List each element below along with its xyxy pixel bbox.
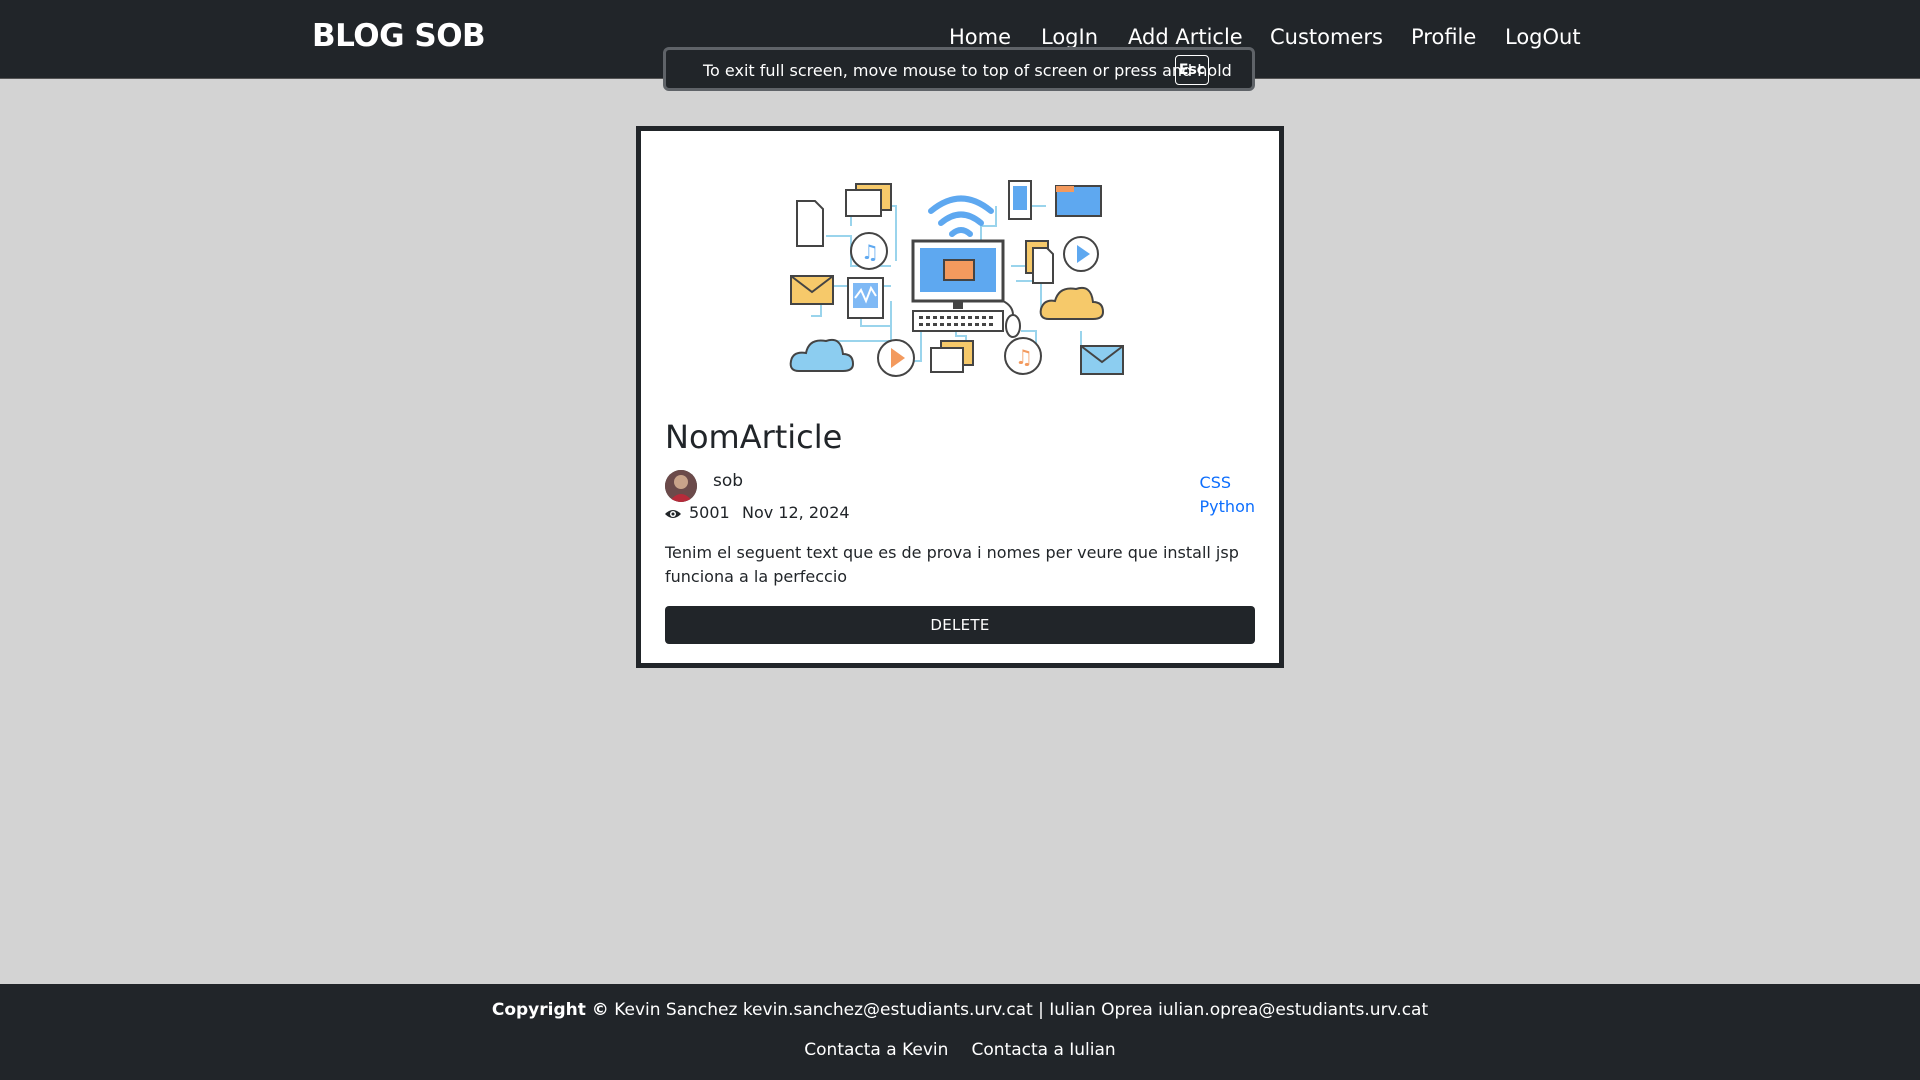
article-title: NomArticle — [665, 418, 843, 456]
copyright-line: Copyright © Kevin Sanchez kevin.sanchez@… — [0, 1000, 1920, 1020]
view-count: 5001 — [689, 503, 730, 522]
eye-icon — [665, 510, 681, 518]
nav-logout[interactable]: LogOut — [1505, 25, 1581, 49]
nav-home[interactable]: Home — [949, 25, 1011, 49]
nav-customers[interactable]: Customers — [1270, 25, 1383, 49]
contact-kevin-link[interactable]: Contacta a Kevin — [804, 1040, 948, 1060]
article-card: ♫ ♫ NomArticle sob 5001 Nov 12, 2024 CSS… — [636, 126, 1284, 668]
article-tags: CSS Python — [1200, 471, 1255, 519]
fullscreen-exit-toast: To exit full screen, move mouse to top o… — [663, 47, 1255, 91]
article-description: Tenim el seguent text que es de prova i … — [665, 543, 1239, 586]
nav-add-article[interactable]: Add Article — [1128, 25, 1243, 49]
article-illustration: ♫ ♫ — [789, 180, 1124, 377]
copyright-label: Copyright © — [491, 1000, 609, 1020]
svg-text:♫: ♫ — [1015, 345, 1033, 369]
svg-text:♫: ♫ — [861, 240, 879, 264]
esc-key-badge: Esc — [1175, 55, 1209, 85]
author-avatar — [665, 470, 697, 502]
page-footer: Copyright © Kevin Sanchez kevin.sanchez@… — [0, 984, 1920, 1080]
footer-links: Contacta a Kevin Contacta a Iulian — [0, 1040, 1920, 1060]
contact-iulian-link[interactable]: Contacta a Iulian — [971, 1040, 1115, 1060]
fullscreen-message: To exit full screen, move mouse to top o… — [703, 61, 1232, 80]
author-name: sob — [713, 471, 744, 491]
nav-login[interactable]: LogIn — [1041, 25, 1098, 49]
tag-python[interactable]: Python — [1200, 495, 1255, 519]
tag-css[interactable]: CSS — [1200, 471, 1255, 495]
delete-button[interactable]: DELETE — [665, 606, 1255, 644]
copyright-text: Kevin Sanchez kevin.sanchez@estudiants.u… — [608, 1000, 1429, 1020]
nav-profile[interactable]: Profile — [1411, 25, 1476, 49]
publish-date: Nov 12, 2024 — [742, 503, 850, 522]
